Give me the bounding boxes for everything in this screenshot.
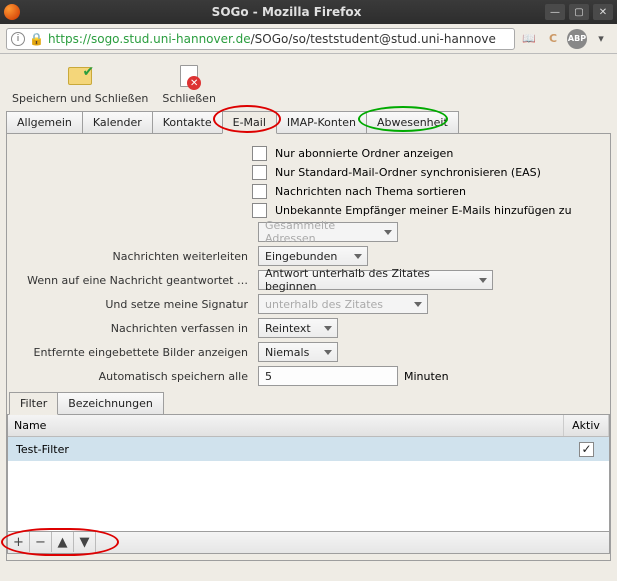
window-minimize-button[interactable]: — — [545, 4, 565, 20]
checkbox-abonnierte[interactable] — [252, 146, 267, 161]
email-panel: Nur abonnierte Ordner anzeigen Nur Stand… — [6, 134, 611, 561]
label-autosave-unit: Minuten — [404, 370, 449, 383]
label-autosave: Automatisch speichern alle — [17, 370, 252, 383]
checkbox-eas[interactable] — [252, 165, 267, 180]
tab-allgemein[interactable]: Allgemein — [6, 111, 83, 133]
url-text: https://sogo.stud.uni-hannover.de/SOGo/s… — [48, 32, 510, 46]
document-close-icon: ✕ — [180, 65, 198, 87]
label-antwort: Wenn auf eine Nachricht geantwortet … — [17, 274, 252, 287]
checkbox-thema[interactable] — [252, 184, 267, 199]
window-maximize-button[interactable]: ▢ — [569, 4, 589, 20]
site-info-icon[interactable]: i — [11, 32, 25, 46]
select-gesammelte: Gesammelte Adressen — [258, 222, 398, 242]
label-bilder: Entfernte eingebettete Bilder anzeigen — [17, 346, 252, 359]
reader-mode-icon[interactable]: 📖 — [519, 29, 539, 49]
abp-icon[interactable]: ABP — [567, 29, 587, 49]
checkbox-unbekannte[interactable] — [252, 203, 267, 218]
tab-kontakte[interactable]: Kontakte — [152, 111, 223, 133]
remove-button[interactable]: − — [30, 532, 52, 552]
th-aktiv[interactable]: Aktiv — [564, 415, 609, 436]
select-antwort[interactable]: Antwort unterhalb des Zitates beginnen — [258, 270, 493, 290]
subtab-filter[interactable]: Filter — [9, 392, 58, 415]
tab-email[interactable]: E-Mail — [222, 111, 277, 134]
move-up-button[interactable]: ▲ — [52, 532, 74, 552]
select-weiterleiten[interactable]: Eingebunden — [258, 246, 368, 266]
main-tabs: Allgemein Kalender Kontakte E-Mail IMAP-… — [6, 111, 611, 134]
window-close-button[interactable]: ✕ — [593, 4, 613, 20]
label-signatur: Und setze meine Signatur — [17, 298, 252, 311]
input-autosave[interactable]: 5 — [258, 366, 398, 386]
save-close-button[interactable]: ✔ Speichern und Schließen — [12, 62, 148, 105]
window-title: SOGo - Mozilla Firefox — [28, 5, 545, 19]
tab-kalender[interactable]: Kalender — [82, 111, 153, 133]
label-eas: Nur Standard-Mail-Ordner synchronisieren… — [275, 166, 541, 179]
filter-tools: + − ▲ ▼ — [7, 532, 610, 554]
checkbox-row-aktiv[interactable] — [579, 442, 594, 457]
label-unbekannte: Unbekannte Empfänger meiner E-Mails hinz… — [275, 204, 572, 217]
firefox-icon — [4, 4, 20, 20]
tab-abwesenheit[interactable]: Abwesenheit — [366, 111, 459, 133]
subtab-bezeichnungen[interactable]: Bezeichnungen — [57, 392, 164, 414]
action-toolbar: ✔ Speichern und Schließen ✕ Schließen — [6, 60, 611, 111]
label-weiterleiten: Nachrichten weiterleiten — [17, 250, 252, 263]
cell-name: Test-Filter — [8, 443, 564, 456]
cliqz-icon[interactable]: C — [543, 29, 563, 49]
sub-tabs: Filter Bezeichnungen — [7, 392, 610, 415]
close-label: Schließen — [162, 92, 216, 105]
lock-icon: 🔒 — [29, 32, 44, 46]
folder-check-icon: ✔ — [68, 67, 92, 85]
save-close-label: Speichern und Schließen — [12, 92, 148, 105]
add-button[interactable]: + — [8, 532, 30, 552]
window-titlebar: SOGo - Mozilla Firefox — ▢ ✕ — [0, 0, 617, 24]
label-thema: Nachrichten nach Thema sortieren — [275, 185, 466, 198]
label-abonnierte: Nur abonnierte Ordner anzeigen — [275, 147, 453, 160]
browser-toolbar: i 🔒 https://sogo.stud.uni-hannover.de/SO… — [0, 24, 617, 54]
select-signatur: unterhalb des Zitates — [258, 294, 428, 314]
table-row[interactable]: Test-Filter — [8, 437, 609, 461]
dropdown-icon[interactable]: ▾ — [591, 29, 611, 49]
select-verfassen[interactable]: Reintext — [258, 318, 338, 338]
url-bar[interactable]: i 🔒 https://sogo.stud.uni-hannover.de/SO… — [6, 28, 515, 50]
move-down-button[interactable]: ▼ — [74, 532, 96, 552]
label-verfassen: Nachrichten verfassen in — [17, 322, 252, 335]
th-name[interactable]: Name — [8, 415, 564, 436]
tab-imap[interactable]: IMAP-Konten — [276, 111, 367, 133]
close-button[interactable]: ✕ Schließen — [162, 62, 216, 105]
select-bilder[interactable]: Niemals — [258, 342, 338, 362]
filter-table: Name Aktiv Test-Filter — [7, 414, 610, 532]
